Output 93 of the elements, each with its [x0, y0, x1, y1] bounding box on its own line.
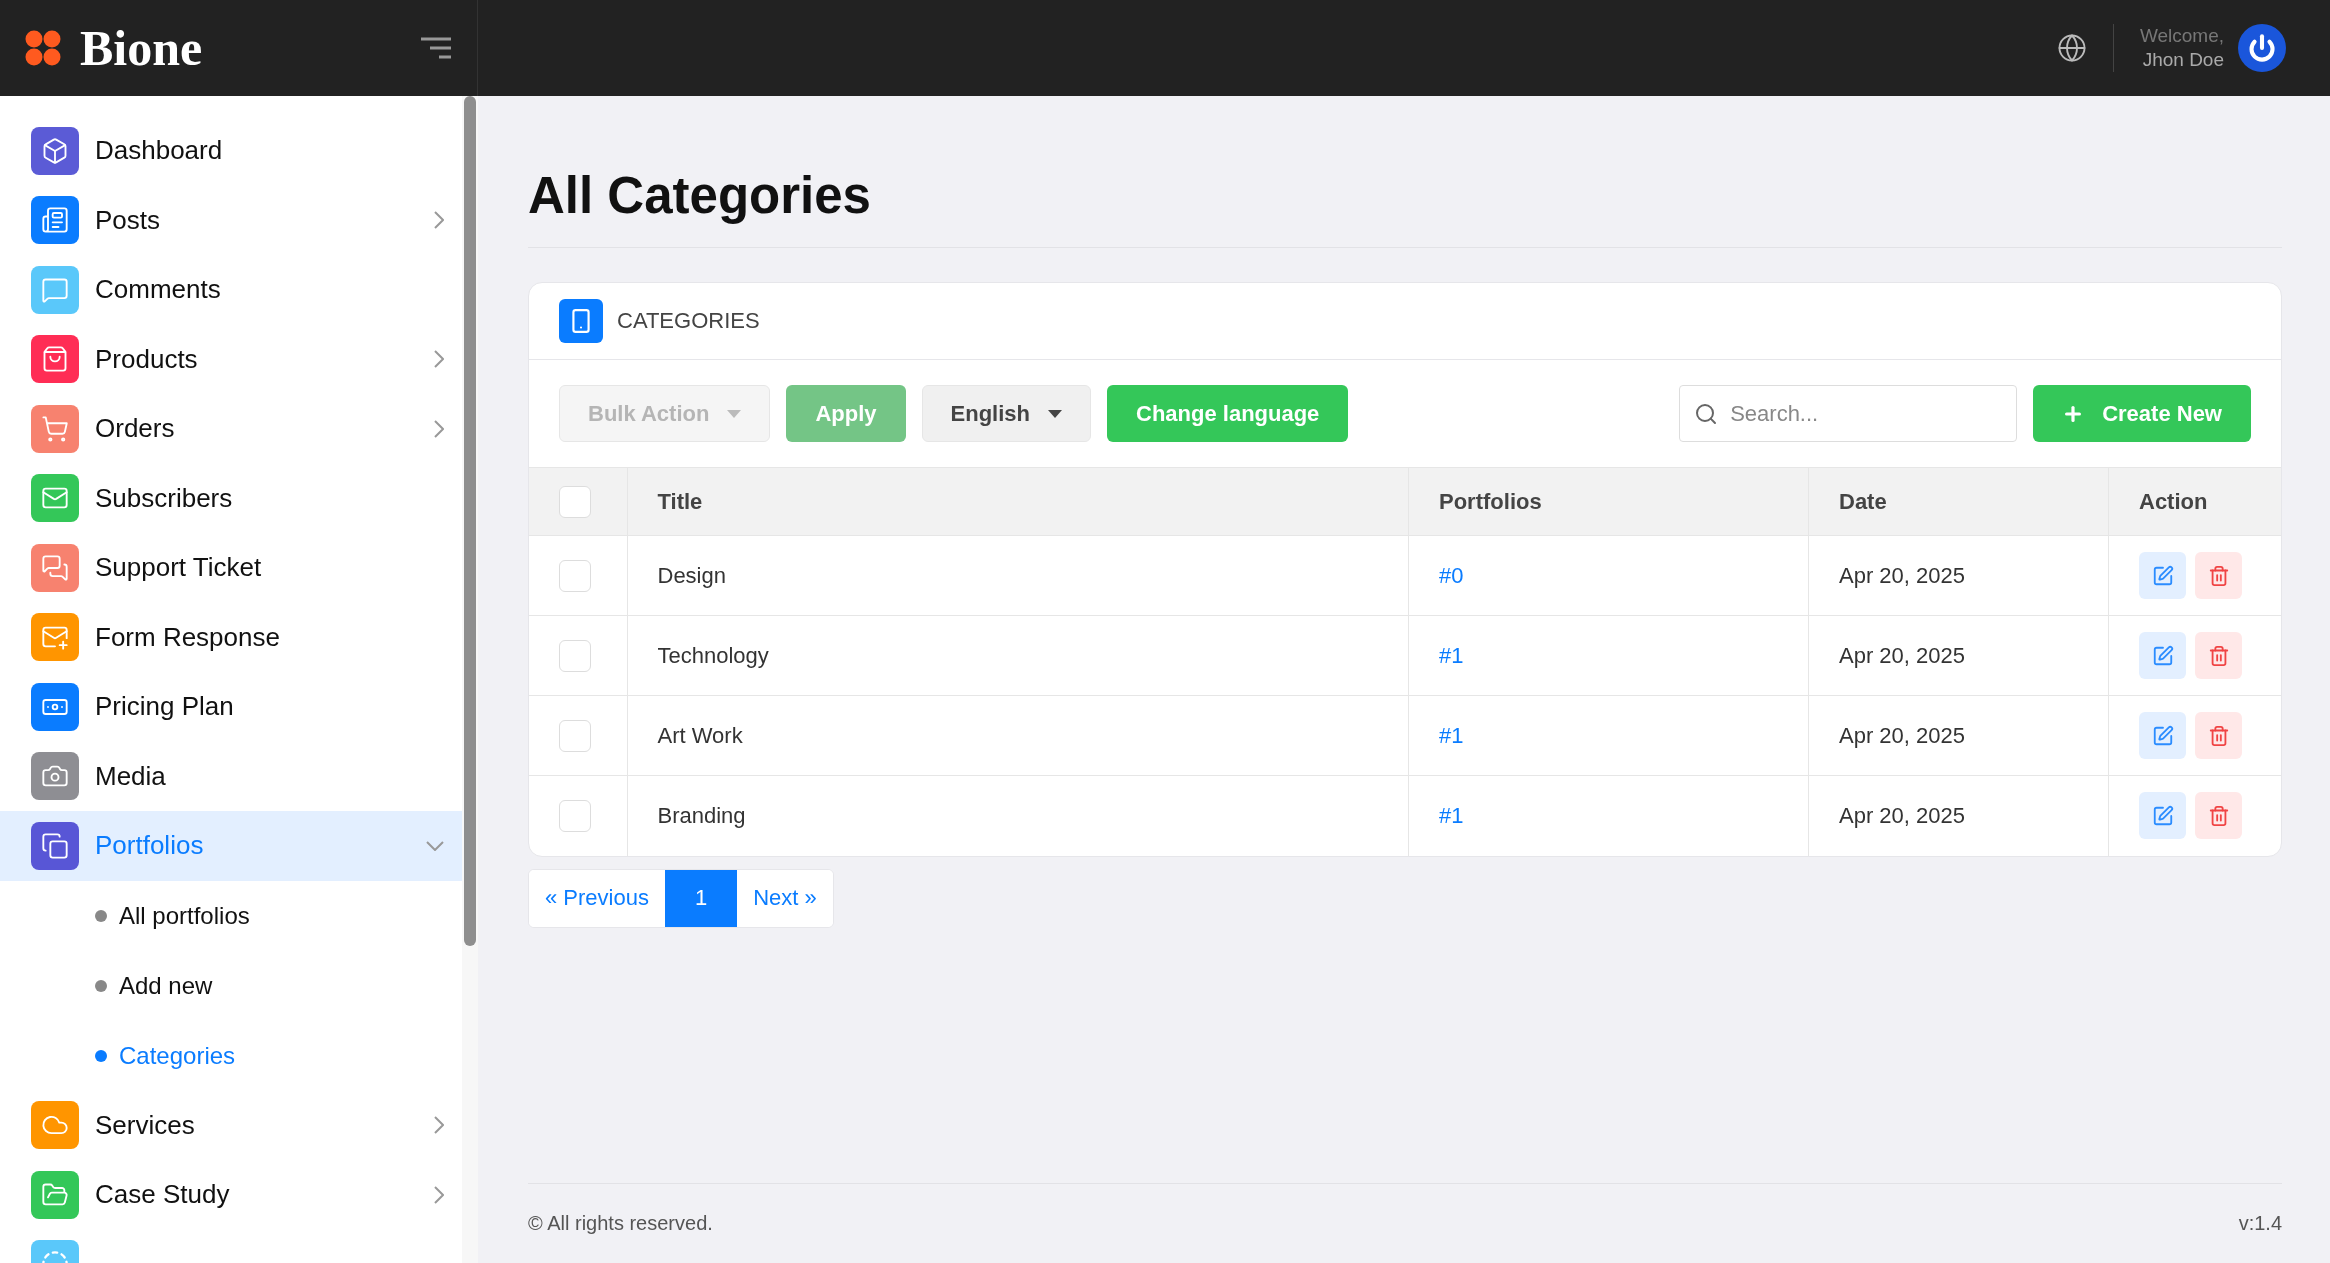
sidebar-item[interactable]: Services: [0, 1090, 462, 1160]
delete-button[interactable]: [2195, 552, 2242, 599]
trash-icon: [2207, 644, 2230, 667]
sidebar-item[interactable]: Form Response: [0, 602, 462, 672]
sidebar-label: Media: [95, 760, 167, 792]
delete-button[interactable]: [2195, 792, 2242, 840]
sidebar-label: Services: [95, 1109, 196, 1141]
column-header: Portfolios: [1408, 467, 1809, 536]
table-cell: Apr 20, 2025: [1808, 615, 2109, 696]
submenu-item[interactable]: Categories: [0, 1020, 462, 1091]
menu-icon[interactable]: [421, 37, 453, 59]
table-cell: Branding: [627, 775, 1409, 856]
edit-icon: [2151, 644, 2174, 667]
sidebar-label: Case Study: [95, 1179, 231, 1211]
logo-icon: [24, 29, 62, 67]
sidebar-label: Products: [95, 343, 199, 375]
edit-button[interactable]: [2139, 552, 2186, 599]
sidebar-label: Orders: [95, 413, 176, 445]
page-number[interactable]: 1: [664, 869, 738, 927]
sidebar-item[interactable]: Comments: [0, 255, 462, 325]
power-icon: [2248, 34, 2276, 62]
submenu-label: Add new: [119, 971, 213, 1000]
brand-name: Bione: [80, 19, 203, 77]
table-cell: Technology: [627, 615, 1409, 696]
search-field[interactable]: Search...: [1679, 385, 2018, 442]
sidebar-label: Portfolios: [95, 830, 205, 862]
row-checkbox[interactable]: [559, 719, 591, 752]
edit-icon: [2151, 564, 2174, 587]
chat-bubbles-icon: [41, 553, 69, 582]
scrollbar[interactable]: [462, 96, 478, 1263]
avatar[interactable]: [2238, 24, 2286, 72]
edit-icon: [2151, 724, 2174, 747]
sidebar-item[interactable]: Posts: [0, 185, 462, 255]
submenu-item[interactable]: Add new: [0, 950, 462, 1021]
portfolio-count-link[interactable]: #1: [1408, 615, 1809, 696]
submenu-label: All portfolios: [119, 901, 250, 930]
sidebar-label: Support Ticket: [95, 552, 263, 584]
sidebar-item[interactable]: Media: [0, 741, 462, 811]
newspaper-icon: [41, 206, 69, 235]
edit-button[interactable]: [2139, 792, 2186, 840]
welcome-text: Welcome,: [2139, 24, 2224, 48]
user-name: Jhon Doe: [2142, 48, 2224, 72]
table-cell: Apr 20, 2025: [1808, 775, 2109, 856]
table-cell: Apr 20, 2025: [1808, 695, 2109, 776]
version-text: v:1.4: [2238, 1212, 2282, 1235]
column-header: Action: [2108, 467, 2281, 536]
page-title: All Categories: [528, 96, 2282, 248]
sidebar-item[interactable]: Orders: [0, 394, 462, 464]
search-icon: [1694, 401, 1719, 426]
table-cell: Apr 20, 2025: [1808, 535, 2109, 616]
sidebar-label: Posts: [95, 204, 162, 236]
table-cell: Art Work: [627, 695, 1409, 776]
sidebar-label: Comments: [95, 274, 222, 306]
portfolio-count-link[interactable]: #0: [1408, 535, 1809, 616]
delete-button[interactable]: [2195, 712, 2242, 759]
sidebar-item[interactable]: Pricing Plan: [0, 672, 462, 742]
submenu-item[interactable]: All portfolios: [0, 880, 462, 951]
sidebar-label: Subscribers: [95, 482, 234, 514]
caret-icon: [1048, 409, 1062, 418]
shopping-bag-icon: [41, 345, 69, 374]
edit-icon: [2151, 804, 2174, 827]
sidebar-item[interactable]: Subscribers: [0, 463, 462, 533]
cube-icon: [41, 136, 69, 165]
delete-button[interactable]: [2195, 632, 2242, 679]
sidebar-item[interactable]: Dashboard: [0, 116, 462, 186]
trash-icon: [2207, 724, 2230, 747]
column-header: Title: [627, 467, 1409, 536]
submenu-label: Categories: [119, 1041, 236, 1070]
card-title: CATEGORIES: [617, 308, 760, 334]
portfolio-count-link[interactable]: #1: [1408, 695, 1809, 776]
trash-icon: [2207, 804, 2230, 827]
sidebar-item[interactable]: Case Study: [0, 1160, 462, 1230]
table-cell: Design: [627, 535, 1409, 616]
copyright-text: © All rights reserved.: [528, 1212, 713, 1235]
caret-icon: [727, 409, 742, 418]
sidebar-label: Pricing Plan: [95, 691, 235, 723]
row-checkbox[interactable]: [559, 639, 591, 672]
sidebar-label: Dashboard: [95, 135, 224, 167]
trash-icon: [2207, 564, 2230, 587]
sidebar-label: Form Response: [95, 621, 281, 653]
row-checkbox[interactable]: [559, 799, 591, 832]
copy-icon: [41, 831, 69, 860]
select-all-checkbox[interactable]: [559, 485, 591, 518]
row-checkbox[interactable]: [559, 559, 591, 592]
language-dropdown[interactable]: English: [921, 385, 1091, 442]
globe-icon[interactable]: [2056, 33, 2087, 63]
sidebar-item[interactable]: Support Ticket: [0, 533, 462, 603]
sidebar-item[interactable]: Products: [0, 324, 462, 394]
column-header: Date: [1808, 467, 2109, 536]
portfolio-count-link[interactable]: #1: [1408, 775, 1809, 856]
edit-button[interactable]: [2139, 632, 2186, 679]
edit-button[interactable]: [2139, 712, 2186, 759]
cart-icon: [41, 414, 69, 443]
